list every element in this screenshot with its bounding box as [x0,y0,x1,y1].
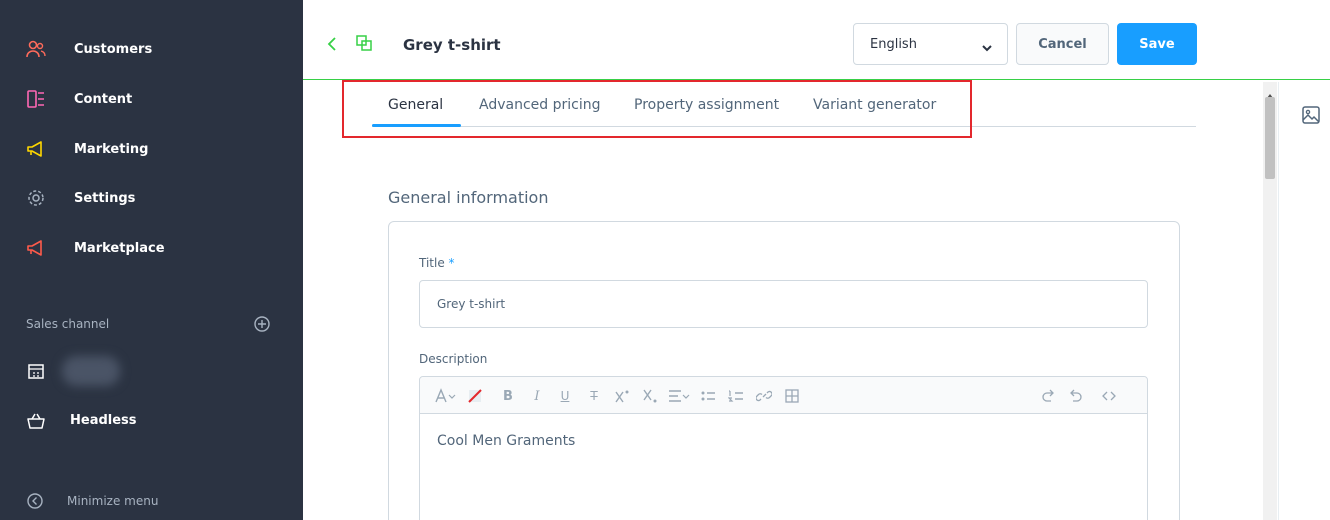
image-icon[interactable] [1301,105,1321,125]
description-label: Description [419,352,488,366]
minimize-menu-label: Minimize menu [67,494,159,508]
copy-icon[interactable] [355,34,373,52]
subscript-icon[interactable] [642,388,658,404]
sidebar-item-marketplace[interactable]: Marketplace [0,233,303,263]
cancel-button[interactable]: Cancel [1016,23,1109,65]
save-button[interactable]: Save [1117,23,1197,65]
sales-channel-label: Headless [70,413,137,428]
gear-icon [26,188,46,208]
title-label: Title * [419,256,455,270]
text-color-icon[interactable] [467,388,483,404]
blurred-sales-channel-name [62,356,120,386]
marketplace-icon [26,238,46,258]
sales-channel-item-storefront[interactable] [0,356,303,386]
bold-icon[interactable]: B [500,388,516,404]
underline-icon[interactable]: U [557,388,573,404]
undo-icon[interactable] [1040,388,1056,404]
storefront-icon [26,361,46,381]
editor-toolbar: B I U T [420,377,1147,414]
back-icon[interactable] [325,36,339,52]
align-icon[interactable] [668,388,690,404]
section-title: General information [388,188,549,207]
basket-icon [26,411,46,431]
scroll-up-arrow-icon[interactable] [1266,85,1274,98]
sidebar-item-marketing[interactable]: Marketing [0,134,303,164]
chevron-left-circle-icon [26,492,44,510]
scrollbar-thumb[interactable] [1265,97,1275,179]
marketing-icon [26,139,46,159]
sidebar-item-customers[interactable]: Customers [0,34,303,64]
language-select-value: English [870,37,917,52]
language-select[interactable]: English [853,23,1008,65]
tabs-highlight-box [342,80,972,138]
bullet-list-icon[interactable] [700,388,716,404]
content-icon [26,89,46,109]
sidebar-item-label: Content [74,91,133,107]
sidebar-item-label: Marketplace [74,240,165,256]
chevron-down-icon [981,39,993,52]
superscript-icon[interactable] [614,388,630,404]
required-marker: * [448,256,455,270]
code-view-icon[interactable] [1101,388,1117,404]
link-icon[interactable] [756,388,772,404]
numbered-list-icon[interactable] [728,388,744,404]
add-sales-channel-icon[interactable] [253,315,271,333]
sales-channel-item-headless[interactable]: Headless [0,406,303,436]
text-style-icon[interactable] [434,388,456,404]
sales-channel-heading: Sales channel [26,317,110,331]
sidebar-item-content[interactable]: Content [0,84,303,114]
sidebar-item-label: Settings [74,190,136,206]
strikethrough-icon[interactable]: T [586,388,602,404]
redo-icon[interactable] [1068,388,1084,404]
sidebar-item-label: Marketing [74,141,149,157]
minimize-menu-button[interactable]: Minimize menu [0,490,303,514]
right-sidebar [1278,82,1330,520]
sidebar: Customers Content Marketing Settings Mar… [0,0,303,520]
description-editor[interactable]: B I U T Cool Men Graments [419,376,1148,520]
title-label-text: Title [419,256,445,270]
page-title: Grey t-shirt [403,36,501,54]
sidebar-item-label: Customers [74,41,153,57]
sidebar-item-settings[interactable]: Settings [0,183,303,213]
customers-icon [26,39,46,59]
table-icon[interactable] [784,388,800,404]
italic-icon[interactable]: I [529,388,545,404]
title-input[interactable] [419,280,1148,328]
description-text: Cool Men Graments [437,433,576,449]
